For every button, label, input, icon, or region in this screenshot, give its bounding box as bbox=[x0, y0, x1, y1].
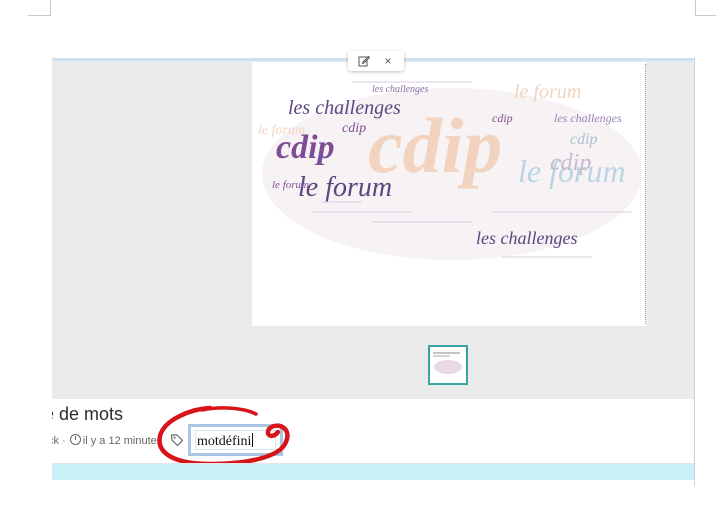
tag-value-text: motdéfini bbox=[197, 434, 252, 449]
image-thumbnail[interactable] bbox=[428, 345, 468, 385]
edit-icon[interactable] bbox=[357, 54, 371, 68]
wordcloud-word: cdip bbox=[492, 111, 513, 125]
tag-input-value: motdéfini bbox=[197, 433, 254, 450]
tag-input[interactable]: motdéfini bbox=[188, 424, 283, 456]
wordcloud-word: les challenges bbox=[372, 84, 428, 95]
wordcloud-word: le forum bbox=[272, 179, 309, 191]
wordcloud-word: cdip bbox=[342, 121, 366, 136]
tag-input-field[interactable]: motdéfini bbox=[195, 430, 276, 450]
close-button[interactable]: × bbox=[381, 54, 395, 68]
wordcloud-svg: cdip cdip le forum les challenges le for… bbox=[258, 81, 642, 260]
bottom-highlight-band bbox=[52, 463, 694, 480]
wordcloud-word: le forum bbox=[258, 123, 305, 138]
wordcloud-word: le forum bbox=[514, 81, 581, 103]
post-title-container: ge de mots bbox=[52, 400, 182, 430]
clock-icon bbox=[69, 434, 81, 445]
image-dotted-edge bbox=[645, 64, 646, 324]
text-caret bbox=[252, 433, 254, 447]
wordcloud-word: les challenges bbox=[476, 228, 577, 248]
wordcloud-image[interactable]: cdip cdip le forum les challenges le for… bbox=[252, 62, 646, 326]
wordcloud-word: le forum bbox=[298, 172, 392, 203]
wordcloud-word: les challenges bbox=[554, 111, 622, 125]
wordcloud-word: les challenges bbox=[288, 97, 401, 119]
post-meta-text: ck · il y a 12 minutes bbox=[52, 433, 162, 447]
tag-icon bbox=[170, 433, 184, 447]
crop-mark-top-left bbox=[28, 0, 51, 16]
crop-mark-top-right bbox=[695, 0, 716, 16]
image-toolbar: × bbox=[348, 51, 404, 71]
post-title: ge de mots bbox=[52, 404, 124, 424]
thumbnail-preview bbox=[433, 352, 462, 374]
post-author-fragment: ck · bbox=[52, 435, 66, 447]
post-time: il y a 12 minutes bbox=[82, 435, 162, 447]
wordcloud-word: cdip bbox=[550, 150, 591, 176]
post-meta: ck · il y a 12 minutes bbox=[52, 431, 162, 449]
wordcloud-word: cdip bbox=[570, 131, 598, 148]
